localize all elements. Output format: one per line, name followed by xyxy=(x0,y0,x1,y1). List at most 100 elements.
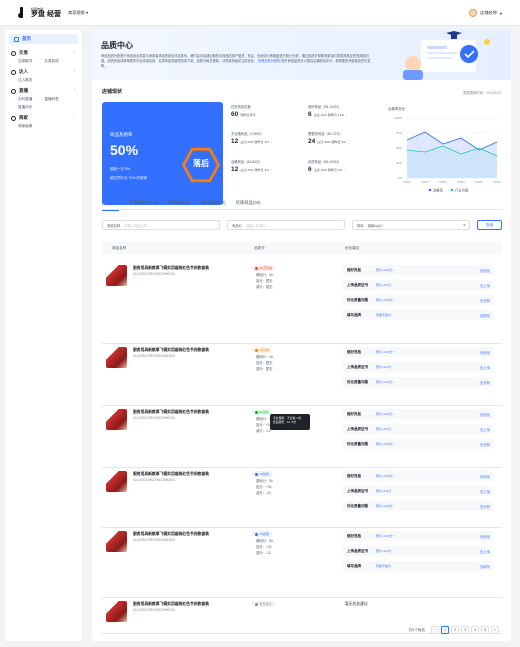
suggestion-action-link[interactable]: 去分析 xyxy=(480,442,490,447)
suggestion-action-link[interactable]: 去分析 xyxy=(480,380,490,385)
product-name[interactable]: 厨房用具新款厚飞锅实用套装红色节庆款套装 xyxy=(133,348,209,353)
metric-value: 6 xyxy=(308,166,312,173)
sidebar-group: 达人 ⌃ 达人概览 xyxy=(5,66,82,85)
product-name-input[interactable]: 请输入商品名称 xyxy=(124,223,147,228)
metric-block: 不合格商品（0-59分） 12 占比 20% 较昨日 3% ↑ xyxy=(231,131,306,145)
product-image[interactable] xyxy=(106,347,127,368)
suggestion-action-link[interactable]: 去上传 xyxy=(480,365,490,370)
pagination-next[interactable]: > xyxy=(491,626,499,634)
suggestion-action-link[interactable]: 去上传 xyxy=(480,549,490,554)
score-badge-label: 70优秀 xyxy=(259,472,269,476)
sidebar-group-label: 达人 xyxy=(19,69,28,74)
sort-value: 销量top10 xyxy=(367,223,383,228)
sort-label: 排序 xyxy=(357,223,364,228)
suggestion-action-link[interactable]: 去优化 xyxy=(480,474,490,479)
legend-industry: 行业均值 xyxy=(455,187,469,192)
suggestion-item: 做好货品 预计+0-20分 去优化 xyxy=(343,265,493,275)
suggestion-action-link[interactable]: 去分析 xyxy=(480,504,490,509)
metric-sub: 占比 10% 较昨日 3% xyxy=(313,168,343,172)
suggestion-action-link[interactable]: 去上传 xyxy=(480,489,490,494)
product-image[interactable] xyxy=(106,471,127,492)
arrow-up-icon: ↑ xyxy=(344,168,346,172)
product-image[interactable] xyxy=(106,409,127,430)
tab-1[interactable]: 不及格商品(12) xyxy=(129,198,158,209)
suggestion-action-link[interactable]: 去优化 xyxy=(480,534,490,539)
hero-banner: 品质中心 商品品质分是基于商品综合质量与消费者体验的综合评估体系，我们会对店铺近… xyxy=(92,30,511,80)
suggestion-action-link[interactable]: 去优化 xyxy=(480,350,490,355)
score-badge-label: 80良好 xyxy=(259,410,269,414)
sidebar-item-group[interactable]: 商家 ⌃ xyxy=(11,115,76,121)
chevron-up-icon: ⌃ xyxy=(73,51,76,55)
suggestion-action-link[interactable]: 去填写 xyxy=(480,313,490,318)
suggestion-title: 填写品牌 xyxy=(347,313,361,317)
suggestion-action-link[interactable]: 去填写 xyxy=(480,564,490,569)
suggestion-estimate: 预计+0-20分 xyxy=(376,412,393,417)
app-logo[interactable]: 抖音电商 罗盘 经营 xyxy=(18,7,61,19)
sidebar-item-home[interactable]: 首页 xyxy=(9,34,78,44)
metric-value-row: 12 占比 20% 较昨日 3% ↑ xyxy=(231,166,306,173)
product-name[interactable]: 厨房用具新款厚飞锅实用套装红色节庆款套装 xyxy=(133,410,209,415)
sidebar-sub-item[interactable]: 达人概览 xyxy=(18,78,32,83)
tab-0[interactable]: 全部商品 xyxy=(102,198,120,211)
tab-3[interactable]: 良好商品(30) xyxy=(201,198,226,209)
suggestion-title: 上传品质证书 xyxy=(347,427,368,431)
suggestion-item: 做好货品 预计+0-20分 去优化 xyxy=(343,471,493,481)
score-tooltip: 平台保障：不合格 -5分 售后服务：12 -5分 xyxy=(270,414,310,430)
sidebar-sub-item[interactable]: 直播分析 xyxy=(18,105,32,110)
table-row: 厨房用具新款厚飞锅实用套装红色节庆款套装 ID:12982298229822980… xyxy=(102,262,502,344)
pagination-page[interactable]: 5 xyxy=(481,626,489,634)
metric-value: 6 xyxy=(308,111,312,118)
metric-value: 24 xyxy=(308,138,316,145)
chevron-down-icon: ▾ xyxy=(85,10,89,15)
pagination-page[interactable]: 1 xyxy=(441,626,449,634)
arrow-up-icon: ↑ xyxy=(347,140,350,144)
product-image[interactable] xyxy=(106,531,127,552)
tab-2[interactable]: 及格商品(6) xyxy=(168,198,190,209)
product-image[interactable] xyxy=(106,601,127,622)
sidebar-sub-item[interactable]: 实时直播 xyxy=(18,97,32,102)
view-selector[interactable]: 商家视角 ▾ xyxy=(68,10,88,16)
suggestion-action-link[interactable]: 去分析 xyxy=(480,298,490,303)
product-image[interactable] xyxy=(106,265,127,286)
pagination-page[interactable]: 4 xyxy=(471,626,479,634)
product-id-field[interactable]: 商品ID 请输入商品ID xyxy=(227,220,345,230)
sidebar-sub-item[interactable]: 商家画像 xyxy=(18,124,32,129)
suggestion-estimate: 预计+0-20分 xyxy=(376,504,393,509)
sidebar-item-group[interactable]: 交易 ⌃ xyxy=(11,50,76,56)
metric-value: 12 xyxy=(231,138,239,145)
sidebar-item-group[interactable]: 达人 ⌃ xyxy=(11,69,76,75)
rules-link[interactable]: 查看品质分规则 xyxy=(258,59,280,63)
sidebar-group: 商家 ⌃ 商家画像 xyxy=(5,112,82,131)
pagination-prev[interactable]: < xyxy=(431,626,439,634)
sidebar-item-group[interactable]: 直播 ⌃ xyxy=(11,88,76,94)
query-button[interactable]: 查询 xyxy=(477,220,502,230)
suggestion-action-link[interactable]: 去上传 xyxy=(480,427,490,432)
product-name[interactable]: 厨房用具新款厚飞锅实用套装红色节庆款套装 xyxy=(133,532,209,537)
user-menu[interactable]: 店铺名称 ▾ xyxy=(469,9,502,17)
score-badge: 40不及格 xyxy=(252,265,275,271)
product-name[interactable]: 厨房用具新款厚飞锅实用套装红色节庆款套装 xyxy=(133,472,209,477)
product-name[interactable]: 厨房用具新款厚飞锅实用套装红色节庆款套装 xyxy=(133,266,209,271)
metric-value-row: 60 较昨日持平 xyxy=(231,111,306,118)
x-tick-label: 04/06 xyxy=(493,180,501,184)
metric-block: 在售商品总数 60 较昨日持平 xyxy=(231,104,306,118)
metric-title: 不合格商品（0-59分） xyxy=(231,132,264,136)
sidebar-group-label: 直播 xyxy=(19,88,28,93)
sidebar-sub-item[interactable]: 交易概况 xyxy=(18,59,32,64)
tab-4[interactable]: 优质商品(30) xyxy=(236,198,261,209)
metric-block: 及格商品（60-84分） 12 占比 20% 较昨日 3% ↑ xyxy=(231,159,306,173)
pagination-page[interactable]: 2 xyxy=(451,626,459,634)
suggestion-action-link[interactable]: 去优化 xyxy=(480,268,490,273)
sidebar-sub-item[interactable]: 交易构成 xyxy=(44,59,58,64)
merchant-icon xyxy=(11,115,16,121)
suggestion-estimate: 预计+0-6分 xyxy=(376,427,392,432)
sort-select[interactable]: 排序 销量top10 ▾ xyxy=(352,220,470,230)
pagination-page[interactable]: 3 xyxy=(461,626,469,634)
suggestion-action-link[interactable]: 去上传 xyxy=(480,283,490,288)
product-name-field[interactable]: 商品名称 请输入商品名称 xyxy=(102,220,220,230)
product-id-input[interactable]: 请输入商品ID xyxy=(246,223,266,228)
sidebar-sub-item[interactable]: 直播列表 xyxy=(44,97,58,102)
product-name[interactable]: 厨房用具新款厚飞锅实用套装红色节庆款套装 xyxy=(133,602,209,607)
score-dot-icon xyxy=(255,348,258,352)
suggestion-action-link[interactable]: 去优化 xyxy=(480,412,490,417)
